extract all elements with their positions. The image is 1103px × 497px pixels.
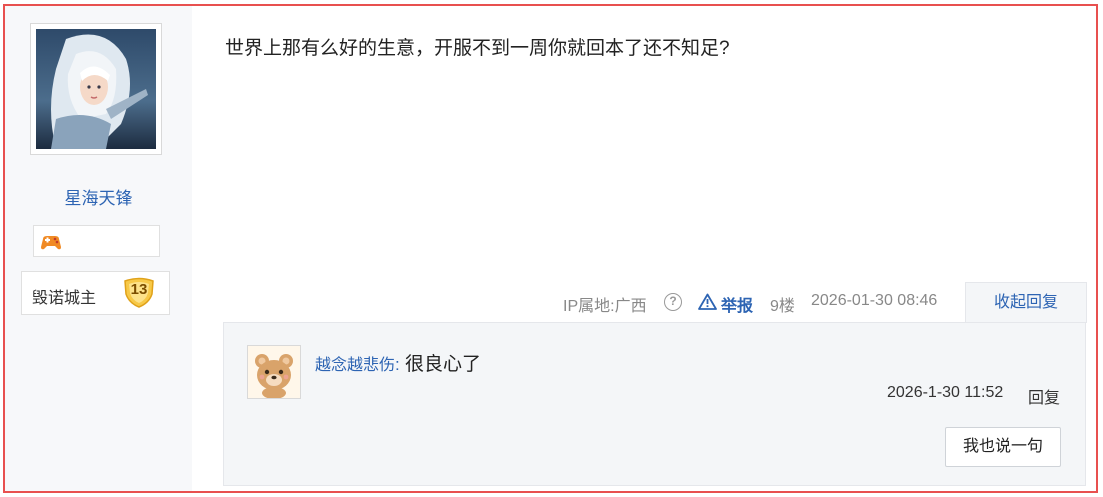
user-avatar[interactable] (30, 23, 162, 155)
collapse-replies-button[interactable]: 收起回复 (965, 282, 1087, 323)
reply-username[interactable]: 越念越悲伤 (315, 357, 395, 374)
gamepad-icon (41, 236, 61, 250)
post-container: 星海天锋 毁诺城主 13 世界上那有么好的生意，开服不到一周你就回本了还不知足? (3, 4, 1098, 493)
reply-line: 越念越悲伤: 很良心了 (315, 349, 481, 376)
reply-time: 2026-1-30 11:52 (887, 384, 1004, 401)
post-meta: IP属地:广西 ? 举报 9楼 2026-01-30 08:46 收起回复 (5, 282, 1096, 323)
warning-icon (698, 293, 717, 310)
reply-link[interactable]: 回复 (1028, 384, 1060, 408)
floor-number: 9楼 (770, 298, 795, 315)
post-time: 2026-01-30 08:46 (811, 292, 938, 309)
reply-panel: 越念越悲伤: 很良心了 2026-1-30 11:52 回复 我也说一句 (223, 322, 1086, 486)
post-content: 世界上那有么好的生意，开服不到一周你就回本了还不知足? (225, 38, 730, 59)
report-link[interactable]: 举报 (698, 292, 753, 316)
user-sidebar: 星海天锋 毁诺城主 13 (5, 6, 192, 491)
avatar-image (36, 29, 156, 149)
reply-content: 很良心了 (399, 354, 482, 375)
ip-location: IP属地:广西 (563, 298, 647, 315)
say-something-button[interactable]: 我也说一句 (945, 427, 1061, 467)
help-icon[interactable]: ? (664, 293, 682, 311)
report-label: 举报 (721, 298, 754, 315)
bear-avatar-icon (248, 346, 300, 399)
username[interactable]: 星海天锋 (5, 184, 192, 209)
member-badge-box (33, 225, 160, 257)
reply-avatar[interactable] (247, 345, 301, 399)
